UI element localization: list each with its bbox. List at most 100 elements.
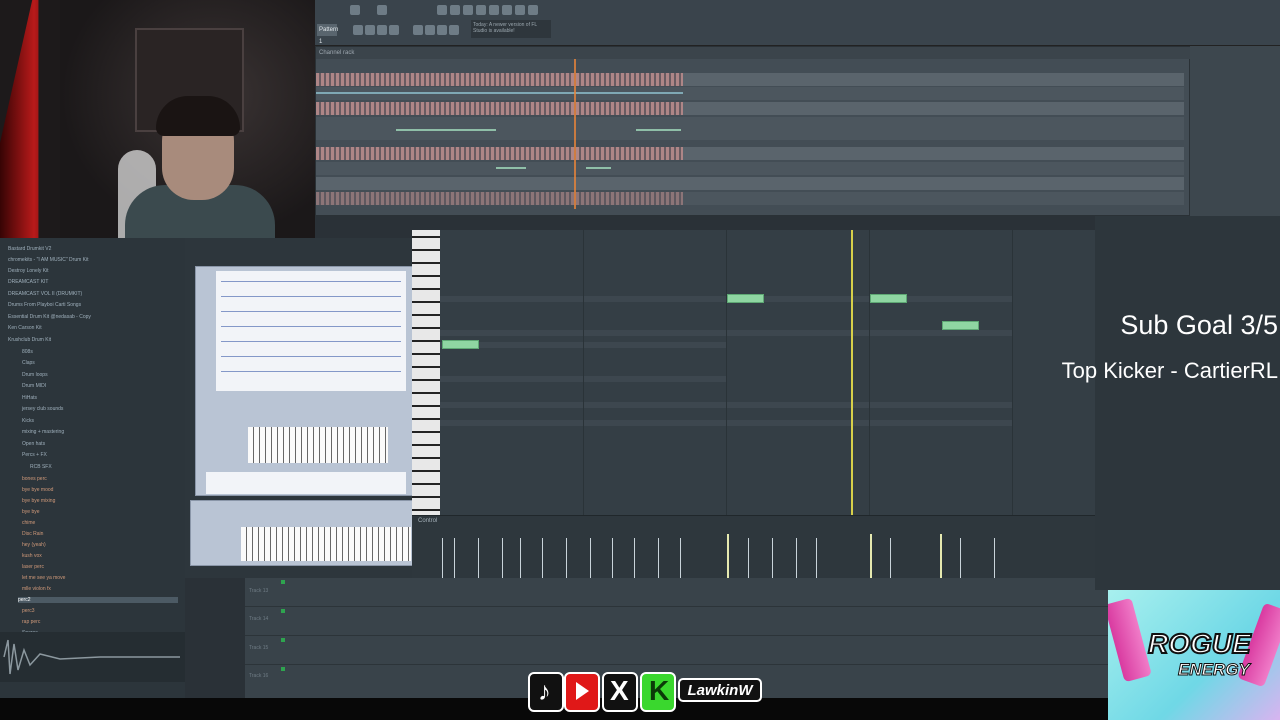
browser-folder[interactable]: Krushclub Drum Kit (8, 337, 51, 343)
control-lane-label[interactable]: Control (418, 518, 437, 524)
right-side-panel (1190, 46, 1280, 216)
step-sequence[interactable] (316, 192, 683, 205)
browser-file[interactable]: kush vox (22, 553, 42, 559)
toolbar-button[interactable] (353, 25, 363, 35)
browser-file[interactable]: let me see ya move (22, 575, 65, 581)
browser-subfolder[interactable]: Kicks (22, 418, 34, 424)
track-label[interactable]: Track 15 (249, 645, 268, 651)
browser-folder[interactable]: chromekits - "I AM MUSIC" Drum Kit (8, 257, 89, 263)
browser-subfolder[interactable]: HiHats (22, 395, 37, 401)
browser-subfolder[interactable]: mixing + mastering (22, 429, 64, 435)
channel-row[interactable] (316, 102, 1184, 115)
toolbar-button[interactable] (476, 5, 486, 15)
toolbar-button[interactable] (450, 5, 460, 15)
social-links: ♪ X K LawkinW (528, 668, 773, 712)
browser-file[interactable]: bye bye mixing (22, 498, 55, 504)
channel-row[interactable] (316, 147, 1184, 160)
track-label[interactable]: Track 14 (249, 616, 268, 622)
browser-file[interactable]: bones perc (22, 476, 47, 482)
browser-subfolder[interactable]: 808s (22, 349, 33, 355)
browser-file[interactable]: perc3 (22, 608, 35, 614)
midi-note[interactable] (870, 294, 907, 303)
midi-note[interactable] (442, 340, 479, 349)
step-sequence[interactable] (316, 147, 683, 160)
step-sequence[interactable] (316, 102, 683, 115)
browser-file[interactable]: hey (yeah) (22, 542, 46, 548)
browser-file[interactable]: Disc Rain (22, 531, 43, 537)
browser-file-selected[interactable]: perc2 (18, 597, 178, 603)
toolbar-button[interactable] (425, 25, 435, 35)
toolbar-button[interactable] (437, 25, 447, 35)
midi-note[interactable] (942, 321, 979, 330)
channel-row[interactable] (316, 177, 1184, 190)
toolbar-button[interactable] (515, 5, 525, 15)
browser-file[interactable]: mlle violon fx (22, 586, 51, 592)
track-marker (281, 580, 285, 584)
toolbar-button[interactable] (365, 25, 375, 35)
browser-subfolder[interactable]: jersey club sounds (22, 406, 63, 412)
browser-folder[interactable]: Drums From Playboi Carti Songs (8, 302, 81, 308)
toolbar-button[interactable] (489, 5, 499, 15)
channel-rack-title: Channel rack (316, 47, 1191, 59)
plugin-keyboard[interactable] (248, 427, 388, 463)
browser-subfolder[interactable]: Claps (22, 360, 35, 366)
browser-file[interactable]: bye bye (22, 509, 40, 515)
preset-row[interactable] (221, 326, 401, 327)
channel-row[interactable] (316, 192, 1184, 205)
toolbar-button[interactable] (377, 5, 387, 15)
pattern-selector[interactable]: Pattern 1 (317, 24, 338, 45)
toolbar-button[interactable] (528, 5, 538, 15)
toolbar-button[interactable] (389, 25, 399, 35)
preset-row[interactable] (221, 356, 401, 357)
browser-folder[interactable]: Essential Drum Kit @nedasab - Copy (8, 314, 91, 320)
browser-folder[interactable]: Destroy Lonely Kit (8, 268, 49, 274)
browser-folder[interactable]: Ken Carson Kit (8, 325, 42, 331)
browser-subfolder[interactable]: Drum loops (22, 372, 48, 378)
preset-row[interactable] (221, 341, 401, 342)
preset-list-lower[interactable] (206, 472, 406, 494)
browser-file[interactable]: chime (22, 520, 35, 526)
daw-toolbar: Pattern 1 Today: A newer version of FL S… (315, 0, 1280, 46)
note-strip (316, 92, 683, 94)
preset-row[interactable] (221, 371, 401, 372)
piano-roll-grid[interactable] (440, 230, 1095, 610)
track-label[interactable]: Track 13 (249, 588, 268, 594)
preset-row[interactable] (221, 281, 401, 282)
toolbar-button[interactable] (350, 5, 360, 15)
preset-list[interactable] (216, 271, 406, 391)
channel-row[interactable] (316, 73, 1184, 86)
synth-plugin-window[interactable] (195, 266, 415, 496)
sample-waveform (0, 632, 185, 682)
track-label[interactable]: Track 16 (249, 673, 268, 679)
browser-subfolder[interactable]: Open hats (22, 441, 45, 447)
toolbar-button[interactable] (377, 25, 387, 35)
browser-folder[interactable]: DREAMCAST VOL II (DRUMKIT) (8, 291, 82, 297)
browser-file[interactable]: bye bye mood (22, 487, 53, 493)
plugin-keyboard[interactable] (241, 527, 411, 561)
browser-subfolder[interactable]: RCB SFX (30, 464, 52, 470)
browser-subfolder[interactable]: Percs + FX (22, 452, 47, 458)
sponsor-logo-subtext: ENERGY (1178, 660, 1251, 680)
browser-file[interactable]: rap perc (22, 619, 40, 625)
toolbar-button[interactable] (437, 5, 447, 15)
channel-row[interactable] (316, 87, 1184, 100)
channel-row[interactable] (316, 127, 1184, 140)
bar-line (726, 230, 727, 515)
browser-file[interactable]: laser perc (22, 564, 44, 570)
note-strip (586, 167, 611, 169)
preset-row[interactable] (221, 311, 401, 312)
track-divider (245, 664, 1110, 665)
midi-note[interactable] (727, 294, 764, 303)
browser-folder[interactable]: DREAMCAST KIT (8, 279, 48, 285)
step-sequence[interactable] (316, 73, 683, 86)
browser-folder[interactable]: Bastard Drumkit V2 (8, 246, 51, 252)
preset-row[interactable] (221, 296, 401, 297)
toolbar-button[interactable] (449, 25, 459, 35)
browser-subfolder[interactable]: Drum MIDI (22, 383, 46, 389)
synth-plugin-window-2[interactable] (190, 500, 414, 566)
toolbar-button[interactable] (463, 5, 473, 15)
channel-row[interactable] (316, 162, 1184, 175)
toolbar-button[interactable] (413, 25, 423, 35)
toolbar-button[interactable] (502, 5, 512, 15)
piano-keyboard[interactable] (412, 230, 440, 515)
